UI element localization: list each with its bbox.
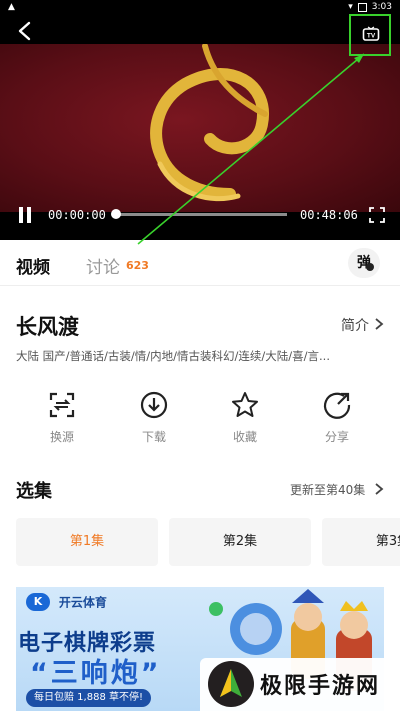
swap-source-button[interactable]: 换源 <box>32 388 92 445</box>
share-icon <box>323 392 351 419</box>
episode-item[interactable]: 第3集 <box>322 518 400 566</box>
current-time: 00:00:00 <box>48 208 106 222</box>
favorite-label: 收藏 <box>232 430 257 444</box>
notification-icon: ▲ <box>8 2 15 12</box>
video-player[interactable]: ▲ ▾ 3:03 TV 00:00:00 00:48:06 <box>0 0 400 240</box>
app-root: ▲ ▾ 3:03 TV 00:00:00 00:48:06 视频 讨论 623 … <box>0 0 400 711</box>
back-arrow-icon[interactable] <box>14 20 36 42</box>
download-button[interactable]: 下载 <box>124 388 184 445</box>
episode-item[interactable]: 第1集 <box>16 518 158 566</box>
tab-video[interactable]: 视频 <box>16 253 50 278</box>
pause-icon[interactable] <box>18 207 32 223</box>
tv-cast-button[interactable]: TV <box>349 14 391 56</box>
action-bar: 换源 下载 收藏 分享 <box>0 388 400 448</box>
ad-brand: K 开云体育 <box>26 593 107 611</box>
show-tags: 大陆 国产/普通话/古装/情/内地/情古装科幻/连续/大陆/喜/言... <box>16 349 330 363</box>
episodes-update-link[interactable]: 更新至第40集 <box>290 481 365 498</box>
tv-cast-icon: TV <box>362 26 380 41</box>
intro-link[interactable]: 简介 <box>341 315 369 335</box>
watermark-text: 极限手游网 <box>260 674 381 699</box>
wifi-icon: ▾ <box>348 2 353 12</box>
chevron-right-icon[interactable] <box>374 483 384 495</box>
player-controls: 00:00:00 00:48:06 <box>0 200 400 230</box>
video-frame[interactable] <box>0 44 400 212</box>
download-icon <box>140 391 168 419</box>
seek-handle[interactable] <box>111 209 121 219</box>
episodes-title: 选集 <box>16 481 52 502</box>
share-button[interactable]: 分享 <box>307 388 367 445</box>
danmu-check-icon <box>366 263 374 271</box>
watermark-logo-icon <box>208 661 254 707</box>
swap-source-icon <box>49 392 75 418</box>
discuss-count-badge: 623 <box>126 259 149 272</box>
total-time: 00:48:06 <box>300 208 358 222</box>
content-tabs: 视频 讨论 623 弹 <box>0 240 400 286</box>
seek-bar[interactable] <box>111 209 287 219</box>
fullscreen-icon[interactable] <box>369 207 385 223</box>
share-label: 分享 <box>324 430 349 444</box>
brand-logo-icon: K <box>26 593 50 611</box>
chevron-right-icon[interactable] <box>374 318 384 330</box>
status-time: 3:03 <box>371 2 392 12</box>
svg-text:TV: TV <box>367 33 376 40</box>
ad-brand-name: 开云体育 <box>58 595 107 610</box>
show-title: 长风渡 <box>16 315 79 339</box>
tab-discuss[interactable]: 讨论 <box>86 253 120 278</box>
favorite-button[interactable]: 收藏 <box>215 388 275 445</box>
download-label: 下载 <box>141 430 166 444</box>
video-content-image <box>150 44 269 202</box>
episode-item[interactable]: 第2集 <box>169 518 311 566</box>
danmu-toggle-button[interactable]: 弹 <box>348 248 380 278</box>
watermark: 极限手游网 <box>200 658 400 711</box>
ad-big-text: “三响炮” <box>30 658 162 689</box>
star-icon <box>232 392 258 417</box>
ad-subline: 每日包赔 1,888 草不停! <box>26 689 151 707</box>
status-bar: ▲ ▾ 3:03 <box>0 0 400 16</box>
swap-source-label: 换源 <box>49 430 74 444</box>
battery-icon <box>357 2 367 12</box>
episode-list: 第1集 第2集 第3集 <box>16 518 400 566</box>
